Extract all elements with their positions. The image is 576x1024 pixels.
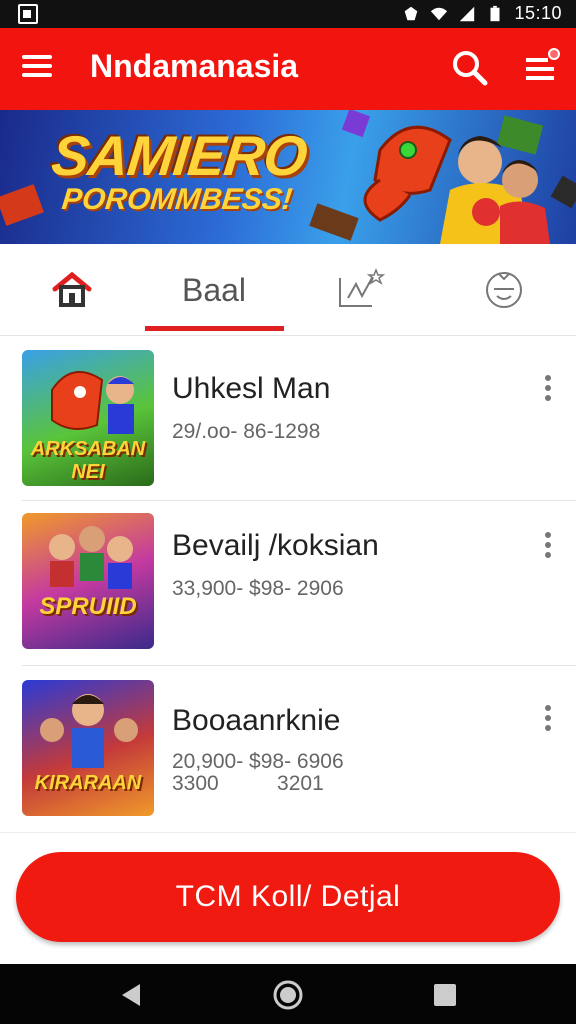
item-title: Booaanrknie — [172, 704, 341, 737]
game-list: ARKSABAN NEI Uhkesl Man 29/.oo- 86-1298 … — [0, 336, 576, 836]
menu-icon[interactable] — [22, 50, 58, 86]
list-item[interactable]: KIRARAAN Booaanrknie 20,900- $98- 6906 3… — [0, 666, 576, 831]
signal-icon — [460, 6, 475, 21]
detail-button[interactable]: TCM Koll/ Detjal — [16, 852, 560, 942]
home-icon — [52, 271, 92, 307]
battery-icon — [490, 5, 500, 21]
banner-title: SAMIERO POROMMBESS! — [48, 124, 310, 216]
cta-area: TCM Koll/ Detjal — [0, 832, 576, 964]
tab-profile[interactable] — [432, 244, 576, 336]
tab-baal-label: Baal — [181, 271, 247, 308]
smiley-icon — [486, 272, 522, 308]
item-meta: 29/.oo- 86-1298 — [172, 420, 321, 443]
banner-line-1: SAMIERO — [48, 124, 310, 187]
list-item[interactable]: SPRUIID Bevailj /koksian 33,900- $98- 29… — [0, 501, 576, 666]
promo-banner[interactable]: SAMIERO POROMMBESS! — [0, 110, 576, 244]
list-menu-icon[interactable] — [520, 48, 560, 88]
game-thumbnail: SPRUIID — [22, 513, 154, 649]
game-thumbnail: KIRARAAN — [22, 680, 154, 816]
tab-chart[interactable] — [288, 244, 432, 336]
thumbnail-caption: ARKSABAN NEI — [30, 438, 146, 483]
status-time: 15:10 — [514, 3, 562, 23]
back-icon[interactable] — [114, 978, 148, 1012]
thumbnail-caption: KIRARAAN — [34, 772, 142, 794]
more-vert-icon[interactable] — [536, 702, 560, 738]
item-meta: 33,900- $98- 2906 — [172, 577, 344, 600]
tab-home[interactable] — [0, 244, 144, 336]
chart-icon — [339, 267, 386, 307]
thumbnail-art — [49, 526, 133, 589]
app-title: Nndamanasia — [90, 48, 299, 84]
tab-baal[interactable]: Baal — [142, 244, 286, 336]
status-icons: 15:10 — [402, 3, 562, 24]
item-title: Bevailj /koksian — [172, 529, 379, 562]
tab-bar: Baal — [0, 244, 576, 336]
banner-line-2: POROMMBESS! — [60, 183, 294, 216]
game-thumbnail: ARKSABAN NEI — [22, 350, 154, 486]
status-bar: 15:10 — [0, 0, 576, 28]
item-meta: 20,900- $98- 6906 — [172, 750, 344, 773]
search-icon[interactable] — [450, 48, 490, 88]
app-bar: Nndamanasia — [0, 28, 576, 110]
home-circle-icon[interactable] — [271, 978, 305, 1012]
system-nav-bar — [0, 964, 576, 1024]
active-tab-indicator — [145, 326, 284, 331]
wifi-icon — [431, 7, 448, 20]
recents-icon[interactable] — [428, 978, 462, 1012]
more-vert-icon[interactable] — [536, 529, 560, 565]
thumbnail-art — [40, 694, 138, 768]
item-meta-secondary: 3300 3201 — [172, 772, 324, 795]
thumbnail-caption: SPRUIID — [39, 593, 137, 620]
detail-button-label: TCM Koll/ Detjal — [175, 880, 401, 913]
list-item[interactable]: ARKSABAN NEI Uhkesl Man 29/.oo- 86-1298 — [0, 336, 576, 501]
gallery-icon — [18, 4, 38, 24]
data-saver-icon — [405, 6, 418, 20]
more-vert-icon[interactable] — [536, 372, 560, 408]
item-title: Uhkesl Man — [172, 372, 331, 405]
